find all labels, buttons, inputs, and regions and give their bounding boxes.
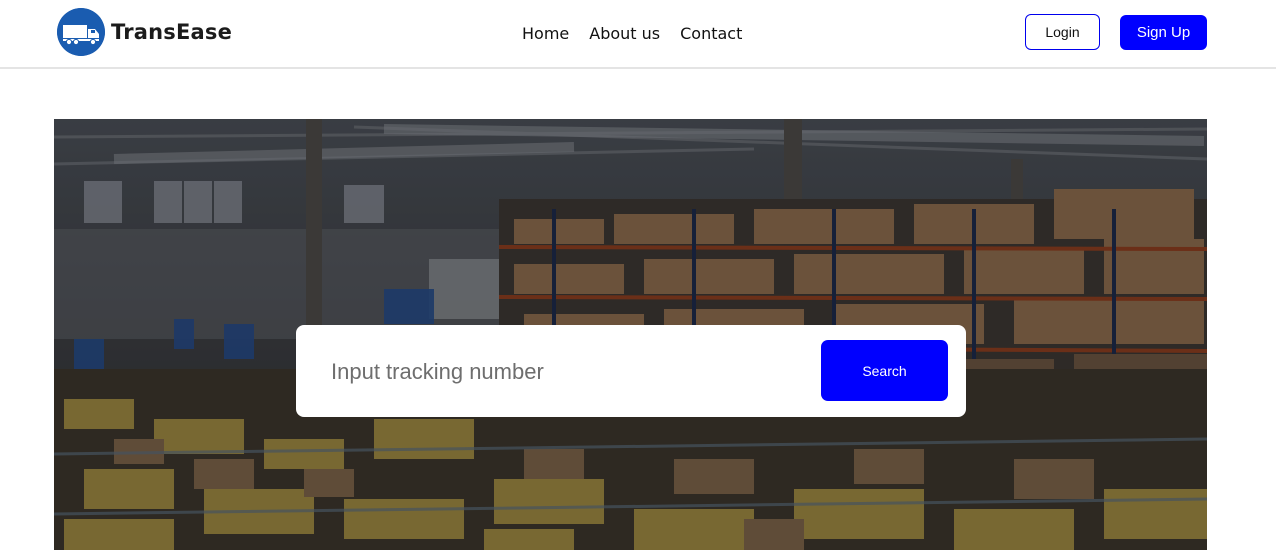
login-button[interactable]: Login <box>1025 14 1100 50</box>
truck-icon <box>57 8 105 56</box>
top-navbar: TransEase Home About us Contact Login Si… <box>0 0 1276 69</box>
nav-link-contact[interactable]: Contact <box>680 24 742 43</box>
main-nav: Home About us Contact <box>522 24 762 43</box>
tracking-search-card: Search <box>296 325 966 417</box>
sign-up-button[interactable]: Sign Up <box>1120 15 1207 50</box>
brand-name: TransEase <box>111 20 233 44</box>
tracking-number-input[interactable] <box>329 351 803 393</box>
nav-link-about-us[interactable]: About us <box>589 24 660 43</box>
search-button[interactable]: Search <box>821 340 948 401</box>
nav-link-home[interactable]: Home <box>522 24 569 43</box>
brand-logo[interactable]: TransEase <box>57 8 232 56</box>
